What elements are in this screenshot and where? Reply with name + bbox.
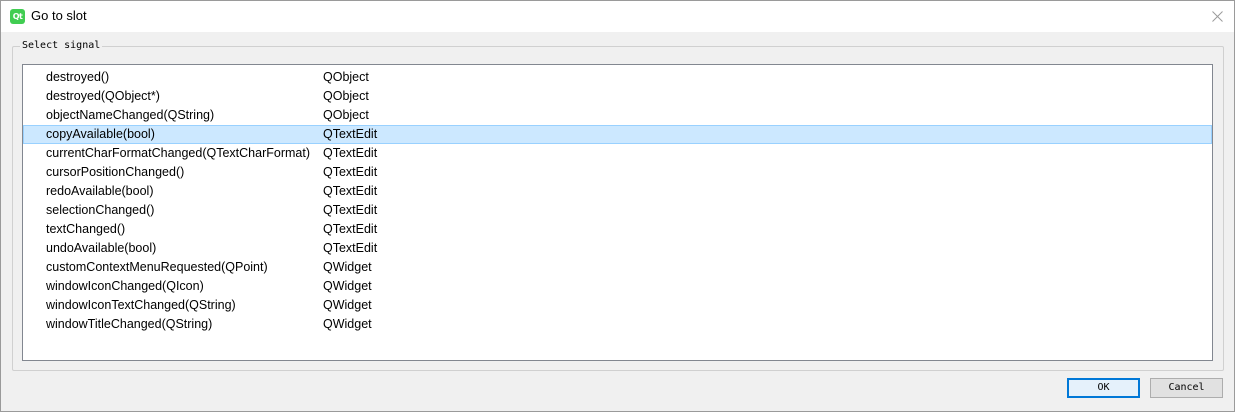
signal-name: destroyed(QObject*): [46, 89, 160, 103]
signal-name: copyAvailable(bool): [46, 127, 155, 141]
signal-row[interactable]: textChanged() QTextEdit: [23, 220, 1212, 239]
close-icon: [1212, 11, 1223, 22]
signal-row[interactable]: destroyed() QObject: [23, 68, 1212, 87]
signal-row[interactable]: windowTitleChanged(QString) QWidget: [23, 315, 1212, 334]
signal-class: QWidget: [323, 279, 372, 293]
signal-name: currentCharFormatChanged(QTextCharFormat…: [46, 146, 310, 160]
signal-name: undoAvailable(bool): [46, 241, 157, 255]
signal-class: QWidget: [323, 298, 372, 312]
signal-name: redoAvailable(bool): [46, 184, 154, 198]
signal-class: QTextEdit: [323, 184, 378, 198]
signal-name: windowIconChanged(QIcon): [46, 279, 204, 293]
window-title: Go to slot: [31, 8, 87, 23]
signal-class: QTextEdit: [323, 146, 378, 160]
signal-row[interactable]: currentCharFormatChanged(QTextCharFormat…: [23, 144, 1212, 163]
signal-name: customContextMenuRequested(QPoint): [46, 260, 268, 274]
signal-row[interactable]: customContextMenuRequested(QPoint) QWidge…: [23, 258, 1212, 277]
signal-row[interactable]: cursorPositionChanged() QTextEdit: [23, 163, 1212, 182]
signal-class: QObject: [323, 89, 369, 103]
qt-logo-icon: Qt: [10, 9, 25, 24]
signal-row[interactable]: undoAvailable(bool) QTextEdit: [23, 239, 1212, 258]
signal-row[interactable]: objectNameChanged(QString) QObject: [23, 106, 1212, 125]
signal-name: objectNameChanged(QString): [46, 108, 215, 122]
signal-name: cursorPositionChanged(): [46, 165, 185, 179]
signal-name: selectionChanged(): [46, 203, 155, 217]
signal-name: windowIconTextChanged(QString): [46, 298, 236, 312]
signal-name: textChanged(): [46, 222, 126, 236]
signal-class: QTextEdit: [323, 127, 378, 141]
signal-name: windowTitleChanged(QString): [46, 317, 213, 331]
signal-class: QObject: [323, 70, 369, 84]
signal-class: QTextEdit: [323, 165, 378, 179]
signal-class: QTextEdit: [323, 203, 378, 217]
cancel-button[interactable]: Cancel: [1150, 378, 1223, 398]
signal-row[interactable]: windowIconChanged(QIcon) QWidget: [23, 277, 1212, 296]
signal-row[interactable]: selectionChanged() QTextEdit: [23, 201, 1212, 220]
signal-class: QTextEdit: [323, 241, 378, 255]
signal-row[interactable]: copyAvailable(bool) QTextEdit: [23, 125, 1212, 144]
signal-row[interactable]: redoAvailable(bool) QTextEdit: [23, 182, 1212, 201]
signal-row[interactable]: windowIconTextChanged(QString) QWidget: [23, 296, 1212, 315]
group-legend: Select signal: [20, 40, 103, 51]
signal-class: QObject: [323, 108, 369, 122]
signal-list[interactable]: destroyed() QObject destroyed(QObject*) QOb…: [22, 64, 1213, 361]
ok-button[interactable]: OK: [1067, 378, 1140, 398]
title-bar[interactable]: Qt Go to slot: [1, 1, 1234, 33]
signal-class: QTextEdit: [323, 222, 378, 236]
signal-row[interactable]: destroyed(QObject*) QObject: [23, 87, 1212, 106]
signal-class: QWidget: [323, 260, 372, 274]
signal-class: QWidget: [323, 317, 372, 331]
signal-name: destroyed(): [46, 70, 110, 84]
close-button[interactable]: [1202, 1, 1234, 32]
